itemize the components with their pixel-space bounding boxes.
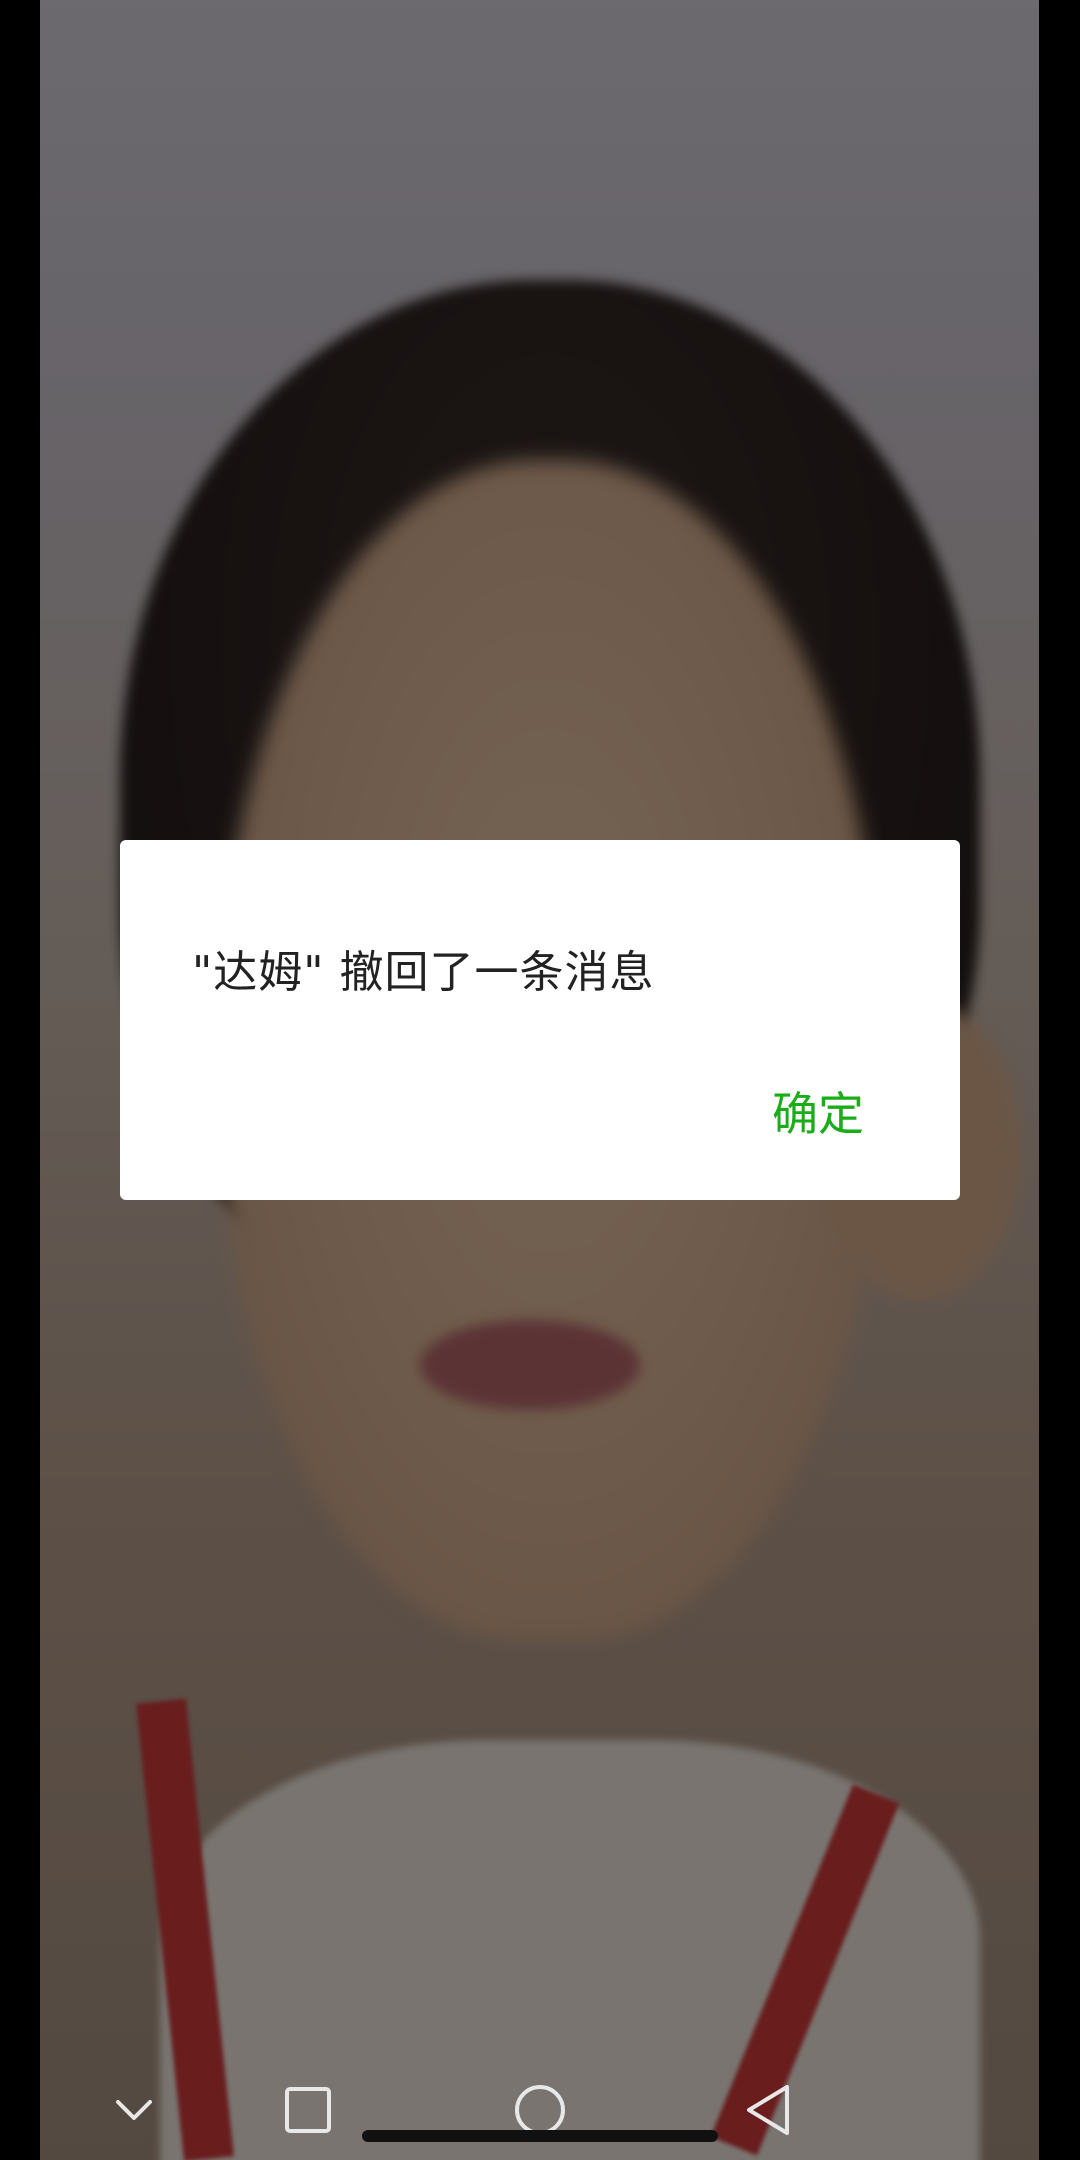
- home-button[interactable]: [490, 2060, 590, 2160]
- recents-square-icon: [285, 2087, 331, 2133]
- home-indicator-bar[interactable]: [362, 2130, 718, 2142]
- recents-button[interactable]: [258, 2060, 358, 2160]
- back-triangle-icon: [747, 2085, 789, 2135]
- chevron-down-icon: [116, 2100, 152, 2120]
- confirm-button[interactable]: 确定: [772, 1078, 864, 1144]
- screen: "达姆" 撤回了一条消息 确定: [0, 0, 1080, 2160]
- dialog-message: "达姆" 撤回了一条消息: [192, 947, 655, 998]
- back-button[interactable]: [718, 2060, 818, 2160]
- hide-navbar-button[interactable]: [84, 2060, 184, 2160]
- system-navigation-bar: [0, 2060, 1080, 2160]
- recall-message-dialog: "达姆" 撤回了一条消息 确定: [120, 840, 960, 1200]
